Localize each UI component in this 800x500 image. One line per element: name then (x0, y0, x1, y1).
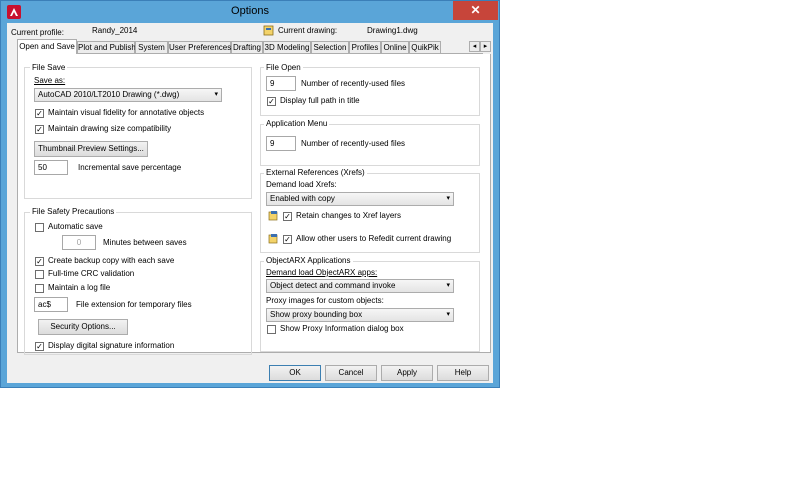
automatic-save-label: Automatic save (48, 222, 103, 231)
tab-scroll-right-button[interactable]: ▸ (480, 41, 491, 52)
menu-recent-files-label: Number of recently-used files (301, 139, 406, 148)
recent-files-label: Number of recently-used files (301, 79, 406, 88)
retain-xref-changes-label: Retain changes to Xref layers (296, 211, 401, 220)
incremental-save-input[interactable]: 50 (34, 160, 68, 175)
recent-files-input[interactable]: 9 (266, 76, 296, 91)
xref-layer-icon (268, 211, 278, 221)
tab-system[interactable]: System (135, 41, 168, 53)
log-file-label: Maintain a log file (48, 283, 111, 292)
security-options-button[interactable]: Security Options... (38, 319, 128, 335)
proxy-dialog-checkbox[interactable] (267, 325, 276, 334)
demand-load-xrefs-select[interactable]: Enabled with copy ▾ (266, 192, 454, 206)
crc-validation-label: Full-time CRC validation (48, 269, 135, 278)
drawing-icon (263, 25, 274, 36)
refedit-icon (268, 234, 278, 244)
tab-scroll-left-button[interactable]: ◂ (469, 41, 480, 52)
save-as-value: AutoCAD 2010/LT2010 Drawing (*.dwg) (38, 90, 180, 99)
file-save-title: File Save (30, 63, 68, 73)
chevron-down-icon: ▾ (446, 195, 450, 202)
automatic-save-checkbox[interactable] (35, 223, 44, 232)
full-path-checkbox[interactable]: ✓ (267, 97, 276, 106)
proxy-images-value: Show proxy bounding box (270, 310, 363, 319)
cancel-button[interactable]: Cancel (325, 365, 377, 381)
temp-file-extension-label: File extension for temporary files (76, 300, 192, 309)
help-button[interactable]: Help (437, 365, 489, 381)
temp-file-extension-input[interactable]: ac$ (34, 297, 68, 312)
proxy-images-label: Proxy images for custom objects: (266, 296, 384, 305)
backup-copy-checkbox[interactable]: ✓ (35, 257, 44, 266)
demand-load-arx-select[interactable]: Object detect and command invoke ▾ (266, 279, 454, 293)
size-compat-checkbox[interactable]: ✓ (35, 125, 44, 134)
tab-open-and-save[interactable]: Open and Save (17, 39, 77, 54)
visual-fidelity-label: Maintain visual fidelity for annotative … (48, 108, 205, 117)
xrefs-title: External References (Xrefs) (264, 168, 367, 178)
tab-user-preferences[interactable]: User Preferences (168, 41, 231, 53)
tab-quikpik[interactable]: QuikPik (409, 41, 441, 53)
tab-selection[interactable]: Selection (311, 41, 349, 53)
proxy-dialog-label: Show Proxy Information dialog box (280, 324, 404, 333)
incremental-save-label: Incremental save percentage (78, 163, 182, 172)
ok-button[interactable]: OK (269, 365, 321, 381)
current-drawing-value: Drawing1.dwg (367, 26, 418, 35)
close-button[interactable]: ✕ (453, 1, 498, 20)
application-menu-title: Application Menu (264, 119, 330, 129)
tab-plot-and-publish[interactable]: Plot and Publish (77, 41, 136, 53)
open-and-save-panel: File Save Save as: AutoCAD 2010/LT2010 D… (17, 54, 491, 355)
file-safety-title: File Safety Precautions (30, 207, 117, 217)
allow-refedit-checkbox[interactable]: ✓ (283, 235, 292, 244)
current-profile-value: Randy_2014 (92, 26, 138, 35)
demand-load-xrefs-label: Demand load Xrefs: (266, 180, 337, 189)
demand-load-arx-value: Object detect and command invoke (270, 281, 396, 290)
crc-validation-checkbox[interactable] (35, 270, 44, 279)
objectarx-title: ObjectARX Applications (264, 256, 353, 266)
demand-load-xrefs-value: Enabled with copy (270, 194, 335, 203)
size-compat-label: Maintain drawing size compatibility (48, 124, 172, 133)
tab-drafting[interactable]: Drafting (231, 41, 263, 53)
options-dialog: Options ✕ Current profile: Randy_2014 Cu… (0, 0, 500, 388)
apply-button[interactable]: Apply (381, 365, 433, 381)
minutes-between-saves-input[interactable]: 0 (62, 235, 96, 250)
log-file-checkbox[interactable] (35, 284, 44, 293)
digital-signature-label: Display digital signature information (48, 341, 175, 350)
window-title: Options (231, 5, 269, 17)
dialog-body: Current profile: Randy_2014 Current draw… (7, 23, 493, 383)
tab-3d-modeling[interactable]: 3D Modeling (263, 41, 311, 53)
chevron-down-icon: ▾ (446, 311, 450, 318)
file-open-title: File Open (264, 63, 303, 73)
demand-load-arx-label: Demand load ObjectARX apps: (266, 268, 378, 277)
allow-refedit-label: Allow other users to Refedit current dra… (296, 234, 452, 243)
visual-fidelity-checkbox[interactable]: ✓ (35, 109, 44, 118)
menu-recent-files-input[interactable]: 9 (266, 136, 296, 151)
digital-signature-checkbox[interactable]: ✓ (35, 342, 44, 351)
proxy-images-select[interactable]: Show proxy bounding box ▾ (266, 308, 454, 322)
retain-xref-changes-checkbox[interactable]: ✓ (283, 212, 292, 221)
chevron-down-icon: ▾ (214, 91, 218, 98)
minutes-between-saves-label: Minutes between saves (103, 238, 187, 247)
thumbnail-preview-settings-button[interactable]: Thumbnail Preview Settings... (34, 141, 148, 157)
current-drawing-label: Current drawing: (278, 26, 338, 35)
current-profile-label: Current profile: (11, 28, 64, 37)
save-as-label: Save as: (34, 76, 66, 85)
save-as-select[interactable]: AutoCAD 2010/LT2010 Drawing (*.dwg) ▾ (34, 88, 222, 102)
file-open-group (260, 67, 480, 116)
tab-online[interactable]: Online (381, 41, 409, 53)
chevron-down-icon: ▾ (446, 282, 450, 289)
full-path-label: Display full path in title (280, 96, 360, 105)
tab-profiles[interactable]: Profiles (349, 41, 381, 53)
title-bar[interactable]: Options ✕ (1, 1, 499, 23)
backup-copy-label: Create backup copy with each save (48, 256, 175, 265)
